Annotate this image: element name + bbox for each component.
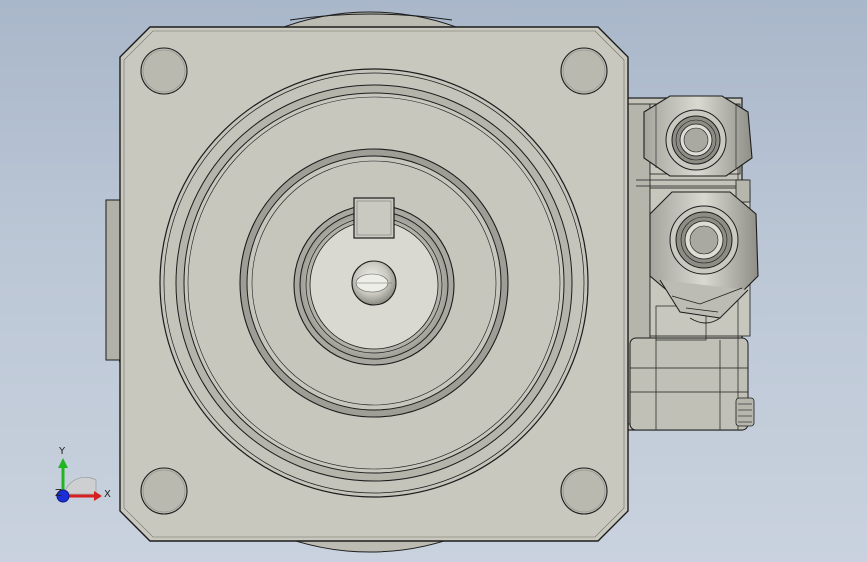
cad-viewport[interactable]: X Y Z bbox=[0, 0, 867, 562]
triad-x-arrow-icon bbox=[94, 491, 102, 501]
mounting-hole-top-right bbox=[560, 47, 608, 95]
triad-x-label: X bbox=[104, 489, 111, 500]
shaft-key bbox=[353, 197, 395, 239]
cable-gland-upper bbox=[643, 95, 753, 177]
triad-y-label: Y bbox=[58, 446, 66, 457]
mounting-hole-bottom-right bbox=[560, 467, 608, 515]
shaft-center bbox=[351, 260, 397, 306]
triad-y-arrow-icon bbox=[58, 458, 68, 468]
coordinate-triad: X Y Z bbox=[55, 446, 111, 503]
triad-z-label: Z bbox=[55, 488, 62, 499]
mounting-hole-top-left bbox=[140, 47, 188, 95]
mounting-hole-bottom-left bbox=[140, 467, 188, 515]
